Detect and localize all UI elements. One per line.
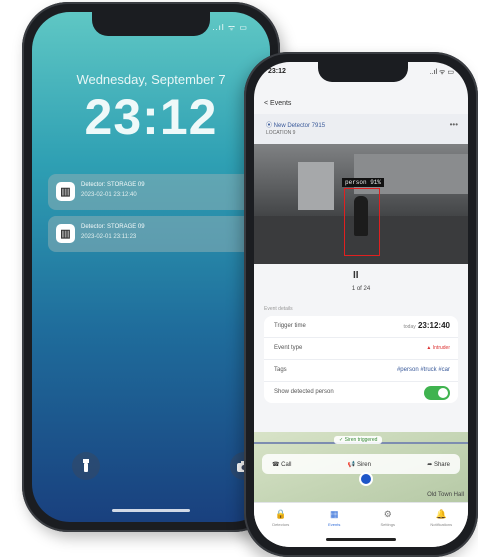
action-bar: ☎ Call 📢 Siren ➦ Share bbox=[262, 454, 460, 474]
status-icons: ..ıl ᯤ ▭ bbox=[212, 23, 248, 32]
app-icon: ▥ bbox=[56, 182, 75, 201]
gear-icon: ⚙ bbox=[383, 509, 392, 519]
detail-key: Tags bbox=[274, 367, 287, 373]
event-counter: 1 of 24 bbox=[351, 286, 371, 292]
event-header: ⦿ New Detector 7915 LOCATION 9 ••• bbox=[254, 114, 468, 144]
detection-label: person 91% bbox=[342, 178, 385, 187]
notch bbox=[92, 12, 210, 36]
call-button[interactable]: ☎ Call bbox=[272, 461, 291, 468]
detail-value[interactable]: #person #truck #car bbox=[397, 367, 450, 373]
detail-row-show-person: Show detected person bbox=[264, 382, 458, 403]
more-icon[interactable]: ••• bbox=[450, 120, 458, 129]
notification-title: Detector: STORAGE 09 bbox=[81, 224, 145, 230]
detection-box bbox=[344, 188, 380, 256]
notification-timestamp: 2023-02-01 23:12:40 bbox=[81, 192, 137, 198]
event-details: Trigger time today 23:12:40 Event type ▲… bbox=[264, 316, 458, 403]
siren-button[interactable]: 📢 Siren bbox=[348, 461, 371, 468]
back-button[interactable]: < Events bbox=[264, 100, 291, 107]
app-phone: 23:12 ..ıl ᯤ ▭ < Events ⦿ New Detector 7… bbox=[244, 52, 478, 557]
detail-row-event-type: Event type ▲ Intruder bbox=[264, 338, 458, 360]
tab-label: Detectors bbox=[272, 522, 290, 527]
detail-row-tags: Tags #person #truck #car bbox=[264, 360, 458, 382]
tab-label: Notifications bbox=[430, 522, 453, 527]
home-indicator bbox=[326, 538, 396, 541]
location-pin-icon bbox=[359, 472, 373, 486]
map-place-label: Old Town Hall bbox=[427, 492, 464, 498]
app-screen: 23:12 ..ıl ᯤ ▭ < Events ⦿ New Detector 7… bbox=[254, 62, 468, 547]
background-door bbox=[298, 162, 334, 210]
notch bbox=[318, 62, 408, 82]
notification-timestamp: 2023-02-01 23:11:23 bbox=[81, 234, 137, 240]
status-icons: ..ıl ᯤ ▭ bbox=[429, 69, 454, 76]
detail-row-trigger-time: Trigger time today 23:12:40 bbox=[264, 316, 458, 338]
share-button[interactable]: ➦ Share bbox=[427, 461, 450, 468]
player-controls: II 1 of 24 bbox=[254, 264, 468, 300]
bell-icon: 🔔 bbox=[435, 509, 447, 519]
show-person-toggle[interactable] bbox=[424, 386, 450, 400]
lock-date: Wednesday, September 7 bbox=[76, 72, 226, 87]
tab-label: Settings bbox=[380, 522, 395, 527]
detail-key: Show detected person bbox=[274, 389, 334, 395]
lock-icon: 🔒 bbox=[275, 509, 287, 519]
app-icon: ▥ bbox=[56, 224, 75, 243]
home-indicator bbox=[112, 509, 190, 512]
tab-detectors[interactable]: 🔒 Detectors bbox=[254, 503, 308, 547]
detail-value: today 23:12:40 bbox=[403, 321, 451, 330]
detector-title[interactable]: ⦿ New Detector 7915 bbox=[266, 120, 325, 129]
location-label: LOCATION 9 bbox=[266, 130, 296, 136]
camera-snapshot[interactable]: person 91% bbox=[254, 144, 468, 264]
notification-title: Detector: STORAGE 09 bbox=[81, 182, 145, 188]
grid-icon: ▦ bbox=[329, 509, 339, 519]
notification-2[interactable]: ▥ Detector: STORAGE 09 2023-02-01 23:11:… bbox=[48, 216, 270, 252]
pause-button[interactable]: II bbox=[353, 270, 359, 281]
tab-notifications[interactable]: 🔔 Notifications bbox=[415, 503, 469, 547]
detail-value: ▲ Intruder bbox=[426, 345, 450, 351]
status-time: 23:12 bbox=[268, 68, 286, 75]
tab-label: Events bbox=[328, 522, 341, 527]
detail-key: Event type bbox=[274, 345, 303, 351]
siren-badge: ✓ Siren triggered bbox=[334, 436, 383, 444]
detail-key: Trigger time bbox=[274, 323, 306, 329]
lock-screen: ..ıl ᯤ ▭ Wednesday, September 7 23:12 ▥ … bbox=[32, 12, 270, 522]
section-label: Event details bbox=[264, 306, 293, 312]
lock-screen-phone: ..ıl ᯤ ▭ Wednesday, September 7 23:12 ▥ … bbox=[22, 2, 280, 532]
lock-time: 23:12 bbox=[84, 89, 218, 145]
notification-1[interactable]: ▥ Detector: STORAGE 09 2023-02-01 23:12:… bbox=[48, 174, 270, 210]
flashlight-icon[interactable] bbox=[72, 452, 100, 480]
